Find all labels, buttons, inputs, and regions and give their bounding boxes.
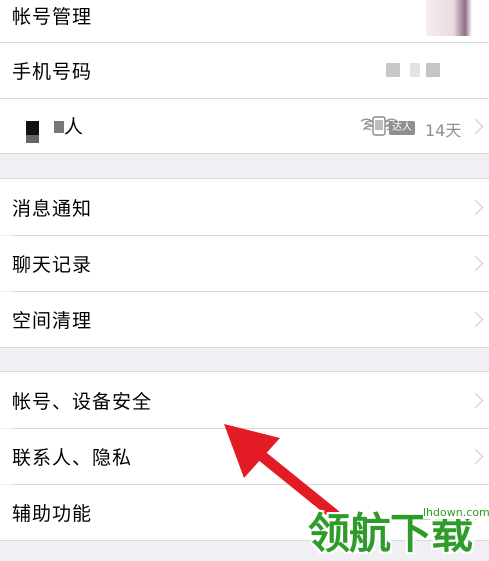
- phone-number-masked-2: [410, 63, 420, 77]
- chevron-right-icon: [467, 255, 484, 272]
- phone-number-masked: [386, 63, 400, 77]
- days-count: 14天: [425, 121, 462, 140]
- watermark-logo: 领航下载 lhdown.com: [308, 498, 489, 558]
- account-device-security-row[interactable]: 帐号、设备安全: [0, 372, 489, 428]
- chevron-right-icon: [467, 392, 484, 409]
- talent-row-label: 人: [64, 116, 85, 138]
- storage-cleanup-label: 空间清理: [12, 310, 93, 332]
- contacts-privacy-row[interactable]: 联系人、隐私: [0, 429, 489, 484]
- chevron-right-icon: [467, 118, 484, 135]
- account-management-row[interactable]: 帐号管理: [0, 0, 489, 42]
- chevron-right-icon: [467, 311, 484, 328]
- talent-badge: 达人: [389, 121, 415, 135]
- accessibility-label: 辅助功能: [12, 503, 93, 525]
- chevron-right-icon: [467, 199, 484, 216]
- avatar-thumbnail: [426, 0, 472, 36]
- account-device-security-label: 帐号、设备安全: [12, 390, 153, 413]
- talent-row[interactable]: 人 达人 14天: [0, 99, 489, 153]
- watermark-url: lhdown.com: [423, 506, 489, 519]
- message-notification-row[interactable]: 消息通知: [0, 179, 489, 235]
- masked-name-block-3: [54, 121, 64, 133]
- message-notification-label: 消息通知: [12, 197, 93, 220]
- contacts-privacy-label: 联系人、隐私: [12, 447, 133, 469]
- account-management-label: 帐号管理: [12, 6, 93, 28]
- phone-number-label: 手机号码: [12, 61, 93, 83]
- storage-cleanup-row[interactable]: 空间清理: [0, 292, 489, 347]
- chevron-right-icon: [467, 448, 484, 465]
- masked-name-block: [26, 121, 39, 135]
- chat-history-row[interactable]: 聊天记录: [0, 236, 489, 291]
- phone-number-row[interactable]: 手机号码: [0, 43, 489, 98]
- chat-history-label: 聊天记录: [12, 254, 93, 276]
- masked-name-block-2: [26, 135, 39, 143]
- phone-number-masked-3: [426, 63, 440, 77]
